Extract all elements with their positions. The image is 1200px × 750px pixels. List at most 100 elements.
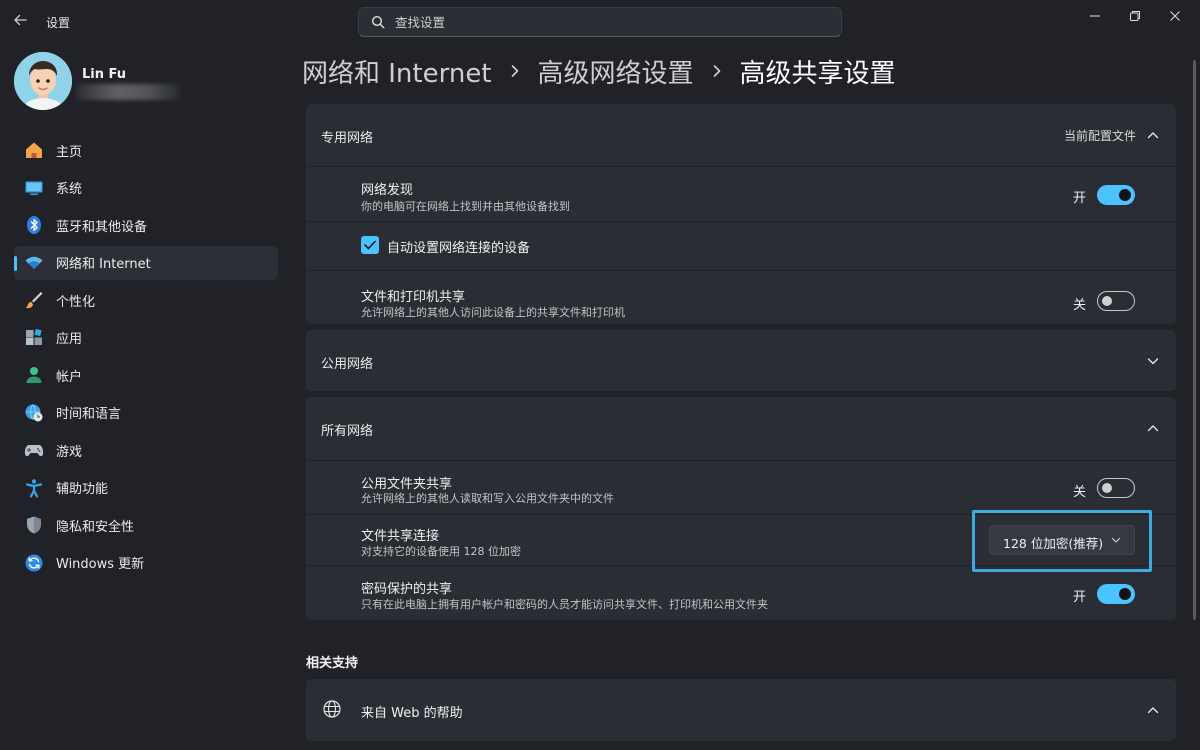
globe-clock-icon	[24, 403, 44, 423]
sidebar-item-home[interactable]: 主页	[14, 133, 278, 167]
app-title: 设置	[46, 16, 71, 30]
sidebar-item-windows-update[interactable]: Windows 更新	[14, 546, 278, 580]
private-network-card: 专用网络 当前配置文件 网络发现 你的电脑可在网络上找到并由其他设备找到 开 自…	[306, 104, 1176, 324]
sidebar-item-network[interactable]: 网络和 Internet	[14, 245, 278, 280]
current-profile-label: 当前配置文件	[1063, 129, 1136, 143]
chevron-up-icon	[1146, 421, 1160, 435]
user-email-redacted	[76, 84, 180, 100]
sidebar-item-label: 辅助功能	[56, 482, 109, 497]
sidebar-item-accounts[interactable]: 帐户	[14, 358, 278, 392]
highlight-annotation	[972, 510, 1152, 572]
sidebar-item-label: 时间和语言	[56, 407, 122, 422]
chevron-down-icon	[1146, 354, 1160, 368]
toggle-state-label: 开	[1073, 191, 1087, 206]
user-profile[interactable]: Lin Fu	[14, 52, 284, 112]
sidebar-item-label: 帐户	[56, 369, 83, 385]
shield-icon	[24, 515, 44, 535]
page-title: 高级共享设置	[739, 58, 896, 89]
sidebar-item-label: 游戏	[56, 444, 83, 460]
arrow-left-icon	[14, 14, 27, 26]
web-help-label: 来自 Web 的帮助	[361, 706, 463, 721]
restore-icon	[1130, 11, 1140, 21]
public-folder-sharing-row: 公用文件夹共享 允许网络上的其他人读取和写入公用文件夹中的文件 关	[306, 461, 1176, 514]
back-button[interactable]	[12, 12, 32, 32]
user-name: Lin Fu	[82, 67, 127, 82]
file-printer-sharing-title: 文件和打印机共享	[361, 290, 466, 305]
avatar	[14, 52, 72, 110]
file-printer-sharing-desc: 允许网络上的其他人访问此设备上的共享文件和打印机	[361, 306, 625, 319]
gamepad-icon	[24, 440, 44, 460]
file-printer-sharing-row: 文件和打印机共享 允许网络上的其他人访问此设备上的共享文件和打印机 关	[306, 271, 1176, 324]
sidebar-item-privacy[interactable]: 隐私和安全性	[14, 508, 278, 542]
network-discovery-title: 网络发现	[361, 183, 414, 198]
update-icon	[24, 553, 44, 573]
system-icon	[24, 178, 44, 198]
toggle-state-label: 开	[1073, 590, 1087, 605]
sidebar-item-personalization[interactable]: 个性化	[14, 283, 278, 317]
file-printer-sharing-toggle[interactable]	[1097, 291, 1135, 311]
network-discovery-toggle[interactable]	[1097, 185, 1135, 205]
chevron-up-icon	[1146, 128, 1160, 142]
bluetooth-icon	[24, 215, 44, 235]
file-sharing-connections-title: 文件共享连接	[361, 529, 440, 544]
chevron-up-icon	[1146, 703, 1160, 717]
sidebar-item-time-language[interactable]: 时间和语言	[14, 396, 278, 430]
minimize-button[interactable]	[1080, 6, 1110, 26]
password-sharing-desc: 只有在此电脑上拥有用户帐户和密码的人员才能访问共享文件、打印机和公用文件夹	[361, 598, 768, 611]
password-sharing-toggle[interactable]	[1097, 584, 1135, 604]
sidebar-item-label: 网络和 Internet	[56, 257, 151, 272]
maximize-button[interactable]	[1120, 6, 1150, 26]
minimize-icon	[1090, 15, 1100, 17]
all-networks-header[interactable]: 所有网络	[306, 397, 1176, 460]
toggle-state-label: 关	[1073, 298, 1087, 313]
search-box[interactable]	[358, 7, 842, 37]
file-sharing-connections-desc: 对支持它的设备使用 128 位加密	[361, 545, 521, 558]
sidebar-item-label: 个性化	[56, 294, 96, 310]
brush-icon	[24, 290, 44, 310]
section-title: 专用网络	[321, 131, 374, 146]
breadcrumb: 网络和 Internet 高级网络设置 高级共享设置	[302, 53, 896, 90]
sidebar-item-label: Windows 更新	[56, 557, 145, 572]
sidebar-item-label: 蓝牙和其他设备	[56, 219, 148, 235]
public-network-card[interactable]: 公用网络	[306, 330, 1176, 391]
sidebar-item-label: 隐私和安全性	[56, 519, 135, 535]
network-discovery-row: 网络发现 你的电脑可在网络上找到并由其他设备找到 开	[306, 167, 1176, 221]
sidebar-item-bluetooth[interactable]: 蓝牙和其他设备	[14, 208, 278, 242]
wifi-icon	[24, 253, 44, 273]
search-icon	[371, 15, 385, 29]
auto-setup-label[interactable]: 自动设置网络连接的设备	[387, 237, 530, 256]
public-folder-sharing-toggle[interactable]	[1097, 478, 1135, 498]
sidebar-item-gaming[interactable]: 游戏	[14, 433, 278, 467]
sidebar-item-label: 系统	[56, 182, 83, 197]
accessibility-icon	[24, 478, 44, 498]
home-icon	[24, 140, 44, 160]
sidebar-item-accessibility[interactable]: 辅助功能	[14, 471, 278, 505]
scrollbar[interactable]	[1193, 60, 1196, 620]
breadcrumb-network-internet[interactable]: 网络和 Internet	[302, 53, 492, 90]
sidebar-item-apps[interactable]: 应用	[14, 321, 278, 355]
password-sharing-title: 密码保护的共享	[361, 582, 453, 597]
close-icon	[1170, 11, 1180, 21]
apps-icon	[24, 328, 44, 348]
auto-setup-row: 自动设置网络连接的设备	[306, 222, 1176, 270]
chevron-right-icon	[506, 62, 524, 80]
breadcrumb-advanced-network[interactable]: 高级网络设置	[538, 53, 694, 90]
sidebar-nav: 主页 系统 蓝牙和其他设备 网络和 Internet 个性化 应用 帐户 时间和…	[14, 133, 278, 583]
section-title: 所有网络	[321, 424, 374, 439]
password-sharing-row: 密码保护的共享 只有在此电脑上拥有用户帐户和密码的人员才能访问共享文件、打印机和…	[306, 566, 1176, 620]
auto-setup-checkbox[interactable]	[361, 236, 379, 254]
toggle-state-label: 关	[1073, 485, 1087, 500]
close-button[interactable]	[1160, 6, 1190, 26]
search-input[interactable]	[395, 12, 825, 32]
all-networks-card: 所有网络 公用文件夹共享 允许网络上的其他人读取和写入公用文件夹中的文件 关 文…	[306, 397, 1176, 620]
checkmark-icon	[364, 240, 376, 250]
private-network-header[interactable]: 专用网络 当前配置文件	[306, 104, 1176, 166]
public-folder-sharing-desc: 允许网络上的其他人读取和写入公用文件夹中的文件	[361, 492, 614, 505]
chevron-right-icon	[708, 62, 726, 80]
related-support-heading: 相关支持	[306, 656, 359, 671]
sidebar-item-label: 主页	[56, 144, 83, 160]
network-discovery-desc: 你的电脑可在网络上找到并由其他设备找到	[361, 200, 570, 213]
web-help-card[interactable]: 来自 Web 的帮助	[306, 679, 1176, 741]
sidebar-item-system[interactable]: 系统	[14, 171, 278, 205]
title-bar: 设置	[0, 0, 1200, 44]
